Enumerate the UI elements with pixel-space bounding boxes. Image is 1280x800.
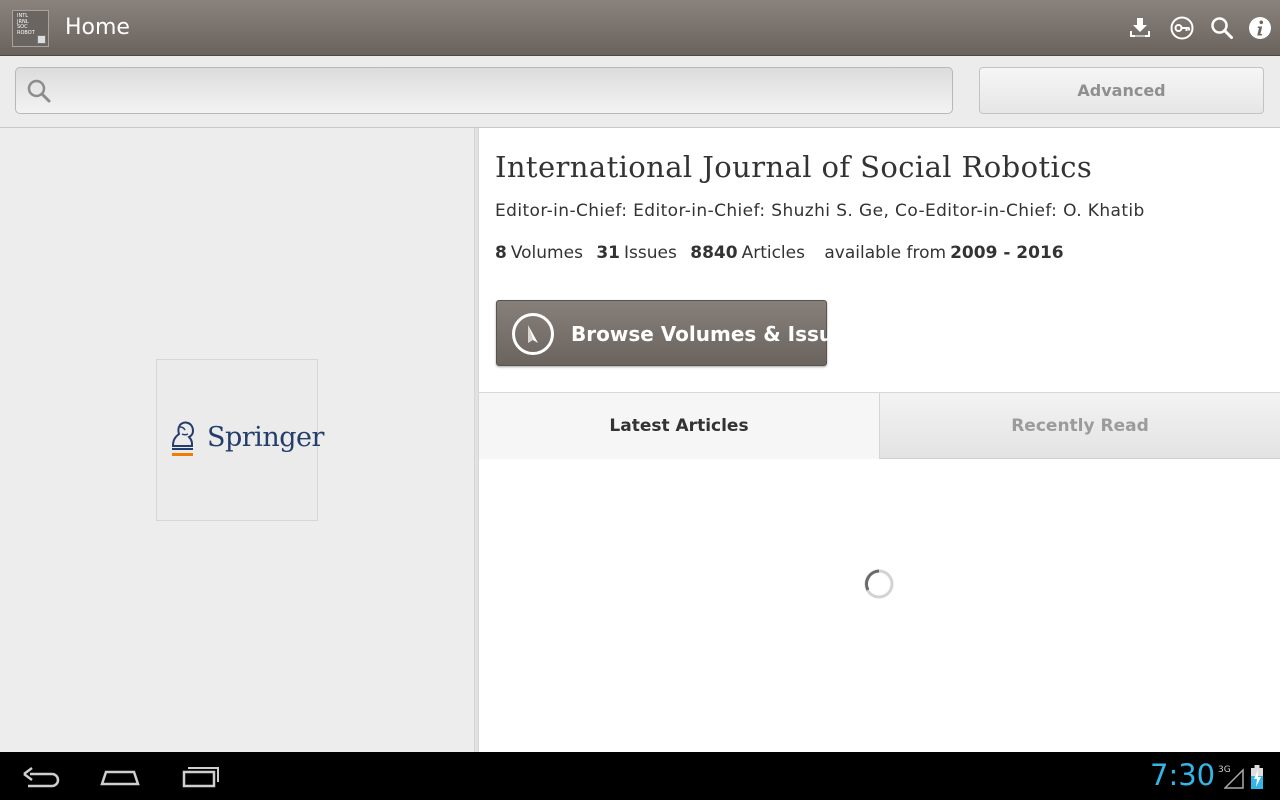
springer-logo-icon (171, 421, 195, 456)
page-title: Home (65, 15, 130, 40)
journal-editors: Editor-in-Chief: Editor-in-Chief: Shuzhi… (495, 201, 1145, 221)
back-icon[interactable] (20, 762, 64, 790)
info-icon[interactable] (1248, 16, 1272, 40)
key-icon[interactable] (1170, 16, 1194, 40)
tab-latest-articles[interactable]: Latest Articles (479, 393, 879, 459)
advanced-button[interactable]: Advanced (979, 67, 1264, 114)
search-icon (27, 79, 51, 103)
articles-label: Articles (741, 243, 805, 263)
volumes-count: 8 (495, 243, 507, 263)
signal-icon (1224, 768, 1244, 789)
articles-count: 8840 (690, 243, 738, 263)
journal-title: International Journal of Social Robotics (495, 150, 1093, 184)
home-icon[interactable] (98, 762, 142, 790)
springer-logo-text: Springer (207, 422, 324, 453)
download-icon[interactable] (1128, 16, 1152, 40)
compass-icon (512, 313, 554, 355)
cover-panel: Springer (0, 128, 474, 752)
browse-volumes-label: Browse Volumes & Issues (571, 322, 859, 346)
action-bar: INTL JRNL SOC ROBOT Home (0, 0, 1280, 56)
status-clock: 7:30 (1150, 758, 1216, 792)
search-bar: Advanced (0, 56, 1280, 128)
issues-label: Issues (624, 243, 677, 263)
loading-spinner-icon (864, 569, 894, 599)
search-icon[interactable] (1210, 16, 1234, 40)
system-nav-bar: 7:30 3G (0, 752, 1280, 800)
journal-stats: 8 Volumes 31 Issues 8840 Articles available… (495, 243, 1064, 263)
issues-count: 31 (596, 243, 621, 263)
tab-recently-read[interactable]: Recently Read (879, 393, 1280, 459)
app-icon[interactable]: INTL JRNL SOC ROBOT (12, 10, 49, 47)
badge-icon (37, 35, 46, 44)
volumes-label: Volumes (510, 243, 583, 263)
available-years: 2009 - 2016 (950, 243, 1064, 263)
recent-apps-icon[interactable] (178, 762, 222, 790)
journal-details-panel: International Journal of Social Robotics… (479, 128, 1280, 752)
search-input[interactable] (64, 68, 944, 113)
available-label: available from (824, 243, 947, 263)
battery-charging-icon (1251, 765, 1263, 789)
search-field[interactable] (15, 67, 953, 114)
journal-cover[interactable]: Springer (156, 359, 324, 521)
browse-volumes-button[interactable]: Browse Volumes & Issues (496, 300, 859, 366)
